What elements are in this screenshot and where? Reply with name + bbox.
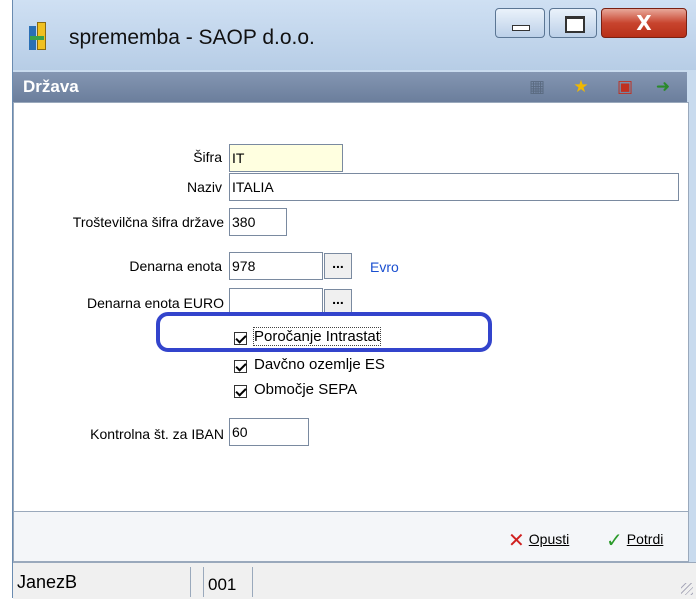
- minimize-icon: [512, 25, 530, 31]
- trostevilcna-label: Troštevilčna šifra države: [72, 214, 224, 230]
- denarna-enota-euro-label: Denarna enota EURO: [87, 295, 224, 311]
- maximize-icon: [565, 16, 585, 33]
- status-code: 001: [203, 567, 253, 597]
- exit-icon[interactable]: ➜: [653, 77, 673, 97]
- confirm-label: Potrdi: [626, 531, 664, 547]
- cancel-button[interactable]: ✕ Opusti: [508, 528, 569, 552]
- iban-label: Kontrolna št. za IBAN: [90, 426, 224, 442]
- close-button[interactable]: X: [601, 8, 687, 38]
- columns-icon[interactable]: ▦: [527, 77, 547, 97]
- intrastat-label[interactable]: Poročanje Intrastat: [253, 327, 381, 346]
- close-icon: X: [636, 11, 652, 35]
- sifra-label: Šifra: [193, 149, 222, 165]
- intrastat-checkbox[interactable]: [234, 332, 247, 345]
- panel-header: Država ▦ ★ ▣ ➜: [13, 72, 687, 102]
- sepa-checkbox[interactable]: [234, 385, 247, 398]
- trostevilcna-input[interactable]: [229, 208, 287, 236]
- delete-doc-icon[interactable]: ▣: [615, 77, 635, 97]
- iban-input[interactable]: [229, 418, 309, 446]
- panel-title: Država: [23, 77, 79, 96]
- confirm-button[interactable]: ✓ Potrdi: [606, 528, 663, 552]
- sifra-input[interactable]: [229, 144, 343, 172]
- resize-grip[interactable]: [681, 583, 693, 595]
- naziv-label: Naziv: [186, 179, 222, 195]
- status-bar: JanezB 001: [13, 562, 696, 599]
- footer-bar: [13, 512, 689, 562]
- cross-icon: ✕: [508, 528, 525, 552]
- title-bar[interactable]: sprememba - SAOP d.o.o. X: [13, 0, 696, 70]
- saop-app-icon: [29, 22, 47, 52]
- denarna-enota-input[interactable]: [229, 252, 323, 280]
- maximize-button[interactable]: [549, 8, 597, 38]
- davcno-ozemlje-checkbox[interactable]: [234, 360, 247, 373]
- check-icon: ✓: [606, 528, 623, 552]
- star-icon[interactable]: ★: [571, 77, 591, 97]
- minimize-button[interactable]: [495, 8, 545, 38]
- sepa-label[interactable]: Območje SEPA: [254, 381, 357, 398]
- denarna-enota-label: Denarna enota: [129, 258, 222, 274]
- davcno-ozemlje-label[interactable]: Davčno ozemlje ES: [254, 356, 385, 373]
- status-user: JanezB: [13, 567, 191, 597]
- denarna-enota-lookup-button[interactable]: ...: [324, 253, 352, 279]
- cancel-label: Opusti: [528, 531, 570, 547]
- currency-name-link[interactable]: Evro: [370, 259, 399, 275]
- naziv-input[interactable]: [229, 173, 679, 201]
- window-title: sprememba - SAOP d.o.o.: [69, 26, 315, 49]
